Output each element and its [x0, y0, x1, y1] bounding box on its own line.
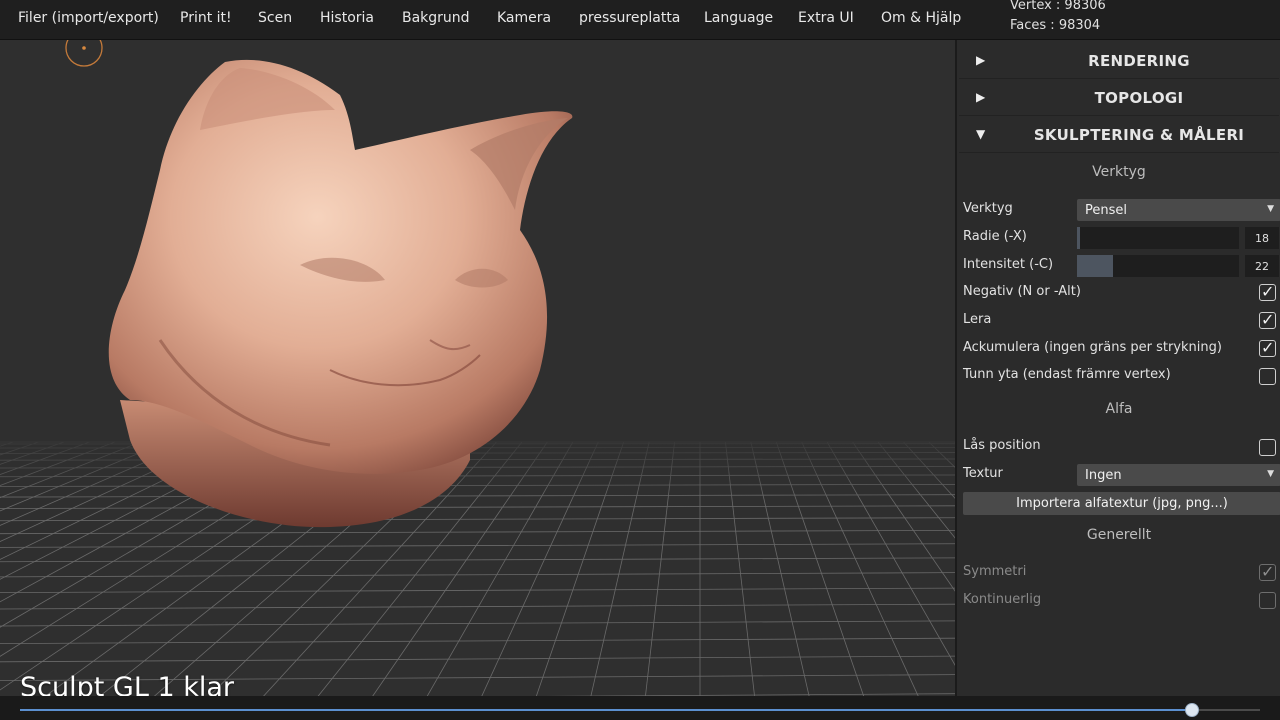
texture-select[interactable]: Ingen ▼ [1077, 464, 1280, 486]
folder-title: RENDERING [1088, 52, 1190, 70]
lera-label: Lera [963, 312, 992, 327]
radius-value[interactable]: 18 [1245, 227, 1279, 249]
lera-checkbox[interactable]: ✓ [1259, 310, 1276, 329]
menu-bakgrund[interactable]: Bakgrund [402, 10, 470, 26]
menu-om-hjalp[interactable]: Om & Hjälp [881, 10, 961, 26]
vertex-count: Vertex : 98306 [1010, 0, 1106, 13]
grid-line [0, 587, 955, 593]
intensity-label: Intensitet (-C) [963, 257, 1054, 272]
grid-line [0, 517, 955, 522]
menu-kamera[interactable]: Kamera [497, 10, 551, 26]
grid-line [0, 637, 955, 645]
section-alfa: Alfa [1105, 401, 1133, 417]
progress-fill [20, 709, 1192, 711]
negativ-label: Negativ (N or -Alt) [963, 284, 1081, 299]
progress-scrubber-handle[interactable] [1184, 703, 1199, 717]
folder-title: SKULPTERING & MÅLERI [1033, 126, 1245, 144]
texture-label: Textur [963, 466, 1003, 481]
collapse-arrow-icon: ▼ [976, 127, 986, 141]
folder-skulptering[interactable]: ▼ SKULPTERING & MÅLERI [959, 118, 1279, 153]
negativ-checkbox[interactable]: ✓ [1259, 282, 1276, 301]
grid-line [0, 529, 955, 535]
intensity-value[interactable]: 22 [1245, 255, 1279, 277]
dropdown-caret-icon: ▼ [1267, 469, 1274, 479]
grid-line [0, 655, 955, 663]
checkmark-icon: ✓ [1261, 310, 1275, 329]
folder-topologi[interactable]: ▶ TOPOLOGI [959, 81, 1279, 116]
menu-pressureplatta[interactable]: pressureplatta [579, 10, 680, 26]
tunn-yta-label: Tunn yta (endast främre vertex) [963, 367, 1171, 382]
texture-select-value: Ingen [1085, 468, 1122, 483]
video-caption: Sculpt GL 1 klar [20, 672, 234, 696]
video-progress-bar [0, 696, 1280, 720]
mesh-stats: Vertex : 98306 Faces : 98304 [1010, 0, 1106, 36]
tool-select[interactable]: Pensel ▼ [1077, 199, 1280, 221]
kontinuerlig-label: Kontinuerlig [963, 592, 1042, 607]
grid-line [0, 557, 955, 563]
las-position-label: Lås position [963, 438, 1041, 453]
faces-count: Faces : 98304 [1010, 18, 1101, 33]
intensity-slider-fill [1077, 255, 1113, 277]
kontinuerlig-checkbox[interactable] [1259, 592, 1276, 609]
menu-historia[interactable]: Historia [320, 10, 374, 26]
grid-line [0, 572, 955, 578]
dropdown-caret-icon: ▼ [1267, 204, 1274, 214]
radius-label: Radie (-X) [963, 229, 1027, 244]
radius-slider-fill [1077, 227, 1081, 249]
menu-filer[interactable]: Filer (import/export) [18, 10, 159, 26]
intensity-slider[interactable] [1077, 255, 1239, 277]
grid-line [0, 620, 955, 627]
import-alpha-texture-button[interactable]: Importera alfatextur (jpg, png...) [963, 492, 1280, 515]
menu-extra-ui[interactable]: Extra UI [798, 10, 854, 26]
viewport-canvas[interactable] [0, 40, 955, 696]
menu-language[interactable]: Language [704, 10, 773, 26]
tool-label: Verktyg [963, 201, 1013, 216]
pivot-marker-icon [65, 40, 103, 67]
tools-panel: ▶ RENDERING ▶ TOPOLOGI ▼ SKULPTERING & M… [955, 40, 1280, 696]
checkmark-icon: ✓ [1261, 282, 1275, 301]
tool-select-value: Pensel [1085, 203, 1127, 218]
menu-bar: Filer (import/export) Print it! Scen His… [0, 0, 1280, 40]
checkmark-icon: ✓ [1261, 338, 1275, 357]
folder-rendering[interactable]: ▶ RENDERING [959, 44, 1279, 79]
progress-track[interactable] [20, 703, 1260, 717]
radius-slider[interactable] [1077, 227, 1239, 249]
menu-scen[interactable]: Scen [258, 10, 292, 26]
las-position-checkbox[interactable] [1259, 439, 1276, 456]
symmetri-label: Symmetri [963, 564, 1027, 579]
folder-title: TOPOLOGI [1094, 89, 1184, 107]
checkmark-icon: ✓ [1261, 562, 1275, 581]
section-verktyg: Verktyg [1092, 164, 1146, 180]
symmetri-checkbox[interactable]: ✓ [1259, 562, 1276, 581]
section-generellt: Generellt [1086, 527, 1152, 543]
expand-arrow-icon: ▶ [976, 90, 986, 104]
menu-print-it[interactable]: Print it! [180, 10, 232, 26]
expand-arrow-icon: ▶ [976, 53, 986, 67]
tunn-yta-checkbox[interactable] [1259, 368, 1276, 385]
3d-viewport[interactable]: Sculpt GL 1 klar [0, 40, 955, 696]
ackumulera-label: Ackumulera (ingen gräns per strykning) [963, 340, 1222, 355]
ackumulera-checkbox[interactable]: ✓ [1259, 338, 1276, 357]
